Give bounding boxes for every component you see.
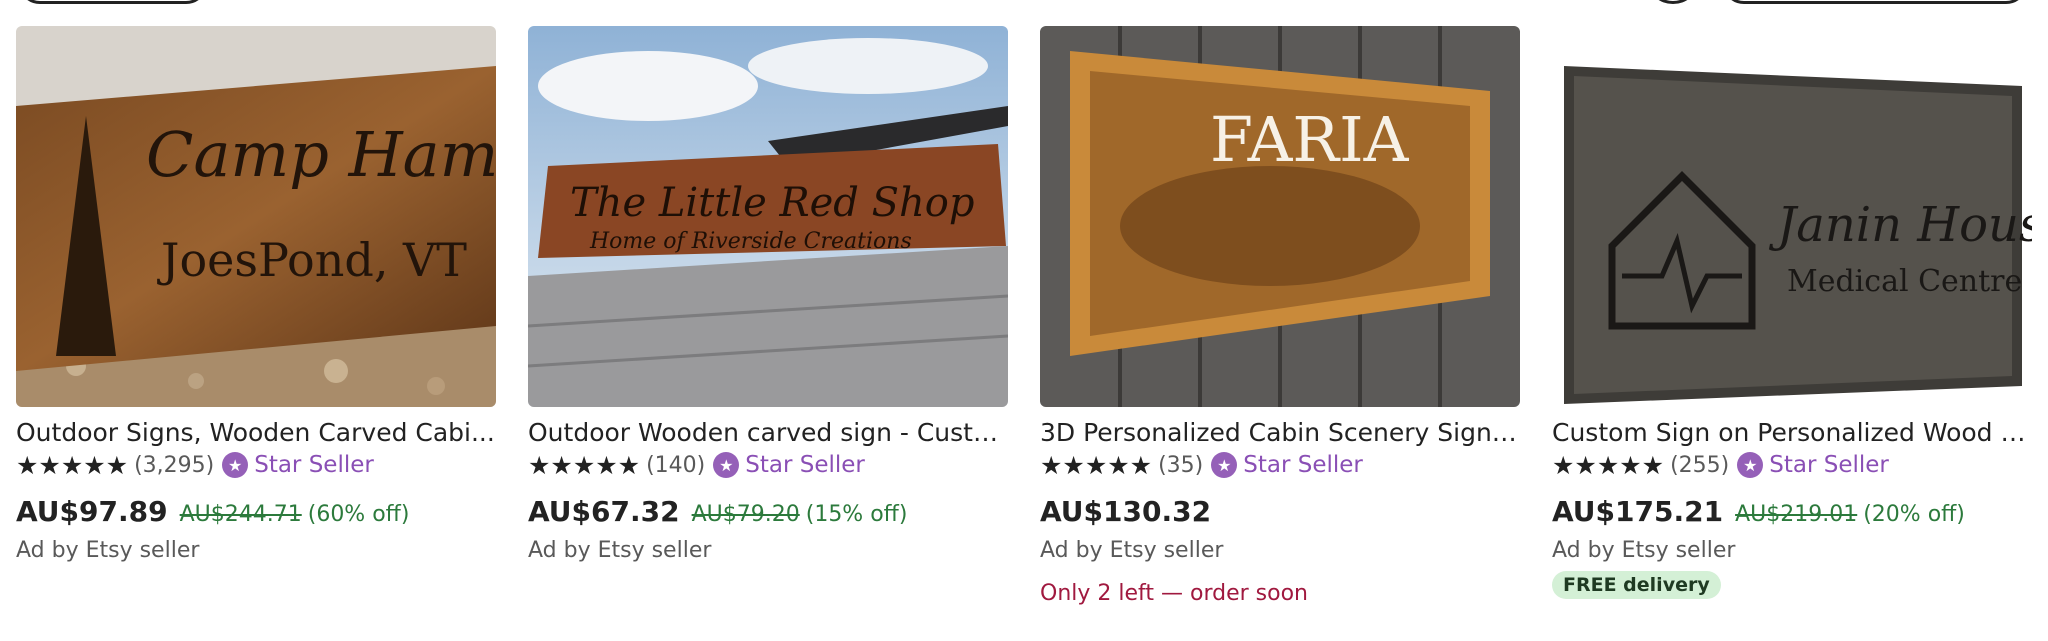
listing-title[interactable]: Outdoor Wooden carved sign - Custo... <box>528 417 1008 449</box>
sale-price: AU$175.21 <box>1552 495 1724 528</box>
listing-image[interactable]: FARIA <box>1040 26 1520 407</box>
original-price: AU$244.71 <box>179 502 302 527</box>
wood-sign-photo-4: Janin House Medical Centre <box>1552 26 2032 407</box>
ad-label: Ad by Etsy seller <box>1552 538 1736 563</box>
rating-stars-icon: ★★★★★ <box>16 450 129 480</box>
rating-stars-icon: ★★★★★ <box>1552 450 1665 480</box>
listing-image[interactable]: The Little Red Shop Home of Riverside Cr… <box>528 26 1008 407</box>
price-row: AU$130.32 <box>1040 495 1520 528</box>
discount-label: (60% off) <box>307 502 410 527</box>
star-seller-label: Star Seller <box>1769 452 1889 478</box>
listing-card[interactable]: Camp Hamilto JoesPond, VT Outdoor Signs,… <box>16 26 496 606</box>
top-sort-button[interactable] <box>1722 0 2028 4</box>
review-count: (255) <box>1670 452 1730 478</box>
listing-card[interactable]: The Little Red Shop Home of Riverside Cr… <box>528 26 1008 606</box>
listing-title[interactable]: Outdoor Signs, Wooden Carved Cabi... <box>16 417 496 449</box>
rating-stars-icon: ★★★★★ <box>1040 450 1153 480</box>
ad-label: Ad by Etsy seller <box>1040 538 1224 563</box>
price-row: AU$67.32 AU$79.20 (15% off) <box>528 495 1008 528</box>
ad-label: Ad by Etsy seller <box>16 538 200 563</box>
star-seller-label: Star Seller <box>745 452 865 478</box>
review-count: (140) <box>646 452 706 478</box>
top-icon-button[interactable] <box>1648 0 1698 4</box>
wood-sign-photo-2: The Little Red Shop Home of Riverside Cr… <box>528 26 1008 407</box>
listing-card[interactable]: Janin House Medical Centre Custom Sign o… <box>1552 26 2032 606</box>
wood-sign-photo-1: Camp Hamilto JoesPond, VT <box>16 26 496 407</box>
price-row: AU$175.21 AU$219.01 (20% off) <box>1552 495 2032 528</box>
listing-image[interactable]: Camp Hamilto JoesPond, VT <box>16 26 496 407</box>
review-count: (35) <box>1158 452 1204 478</box>
original-price: AU$219.01 <box>1735 502 1858 527</box>
sale-price: AU$67.32 <box>528 495 680 528</box>
free-delivery-badge: FREE delivery <box>1552 571 1721 599</box>
discount-label: (20% off) <box>1863 502 1965 527</box>
rating-row: ★★★★★ (35) ★ Star Seller <box>1040 449 1520 481</box>
price-row: AU$97.89 AU$244.71 (60% off) <box>16 495 496 528</box>
original-price: AU$79.20 <box>691 502 800 527</box>
star-seller-icon: ★ <box>1737 452 1764 478</box>
stock-urgency-label: Only 2 left — order soon <box>1040 581 1308 606</box>
sign-line-1: FARIA <box>1210 103 1410 176</box>
sign-line-1: Janin House <box>1768 197 2032 253</box>
listing-title[interactable]: 3D Personalized Cabin Scenery Sign ... <box>1040 417 1520 449</box>
star-seller-icon: ★ <box>713 452 740 478</box>
rating-row: ★★★★★ (140) ★ Star Seller <box>528 449 1008 481</box>
sale-price: AU$97.89 <box>16 495 168 528</box>
star-seller-icon: ★ <box>1211 452 1238 478</box>
sign-line-1: Camp Hamilto <box>146 118 496 191</box>
listing-image[interactable]: Janin House Medical Centre <box>1552 26 2032 407</box>
review-count: (3,295) <box>134 452 215 478</box>
sign-line-2: Home of Riverside Creations <box>589 229 912 254</box>
ad-label: Ad by Etsy seller <box>528 538 712 563</box>
star-seller-label: Star Seller <box>254 452 374 478</box>
listing-title[interactable]: Custom Sign on Personalized Wood S... <box>1552 417 2032 449</box>
listing-grid: Camp Hamilto JoesPond, VT Outdoor Signs,… <box>16 26 2032 606</box>
top-filter-button[interactable] <box>18 0 208 4</box>
sale-price: AU$130.32 <box>1040 495 1212 528</box>
star-seller-label: Star Seller <box>1243 452 1363 478</box>
discount-label: (15% off) <box>805 502 908 527</box>
rating-stars-icon: ★★★★★ <box>528 450 641 480</box>
rating-row: ★★★★★ (255) ★ Star Seller <box>1552 449 2032 481</box>
wood-sign-photo-3: FARIA <box>1040 26 1520 407</box>
sign-line-2: Medical Centre <box>1787 264 2022 299</box>
listing-card[interactable]: FARIA 3D Personalized Cabin Scenery Sign… <box>1040 26 1520 606</box>
star-seller-icon: ★ <box>222 452 249 478</box>
sign-line-2: JoesPond, VT <box>157 233 467 287</box>
sign-line-1: The Little Red Shop <box>570 180 974 226</box>
rating-row: ★★★★★ (3,295) ★ Star Seller <box>16 449 496 481</box>
